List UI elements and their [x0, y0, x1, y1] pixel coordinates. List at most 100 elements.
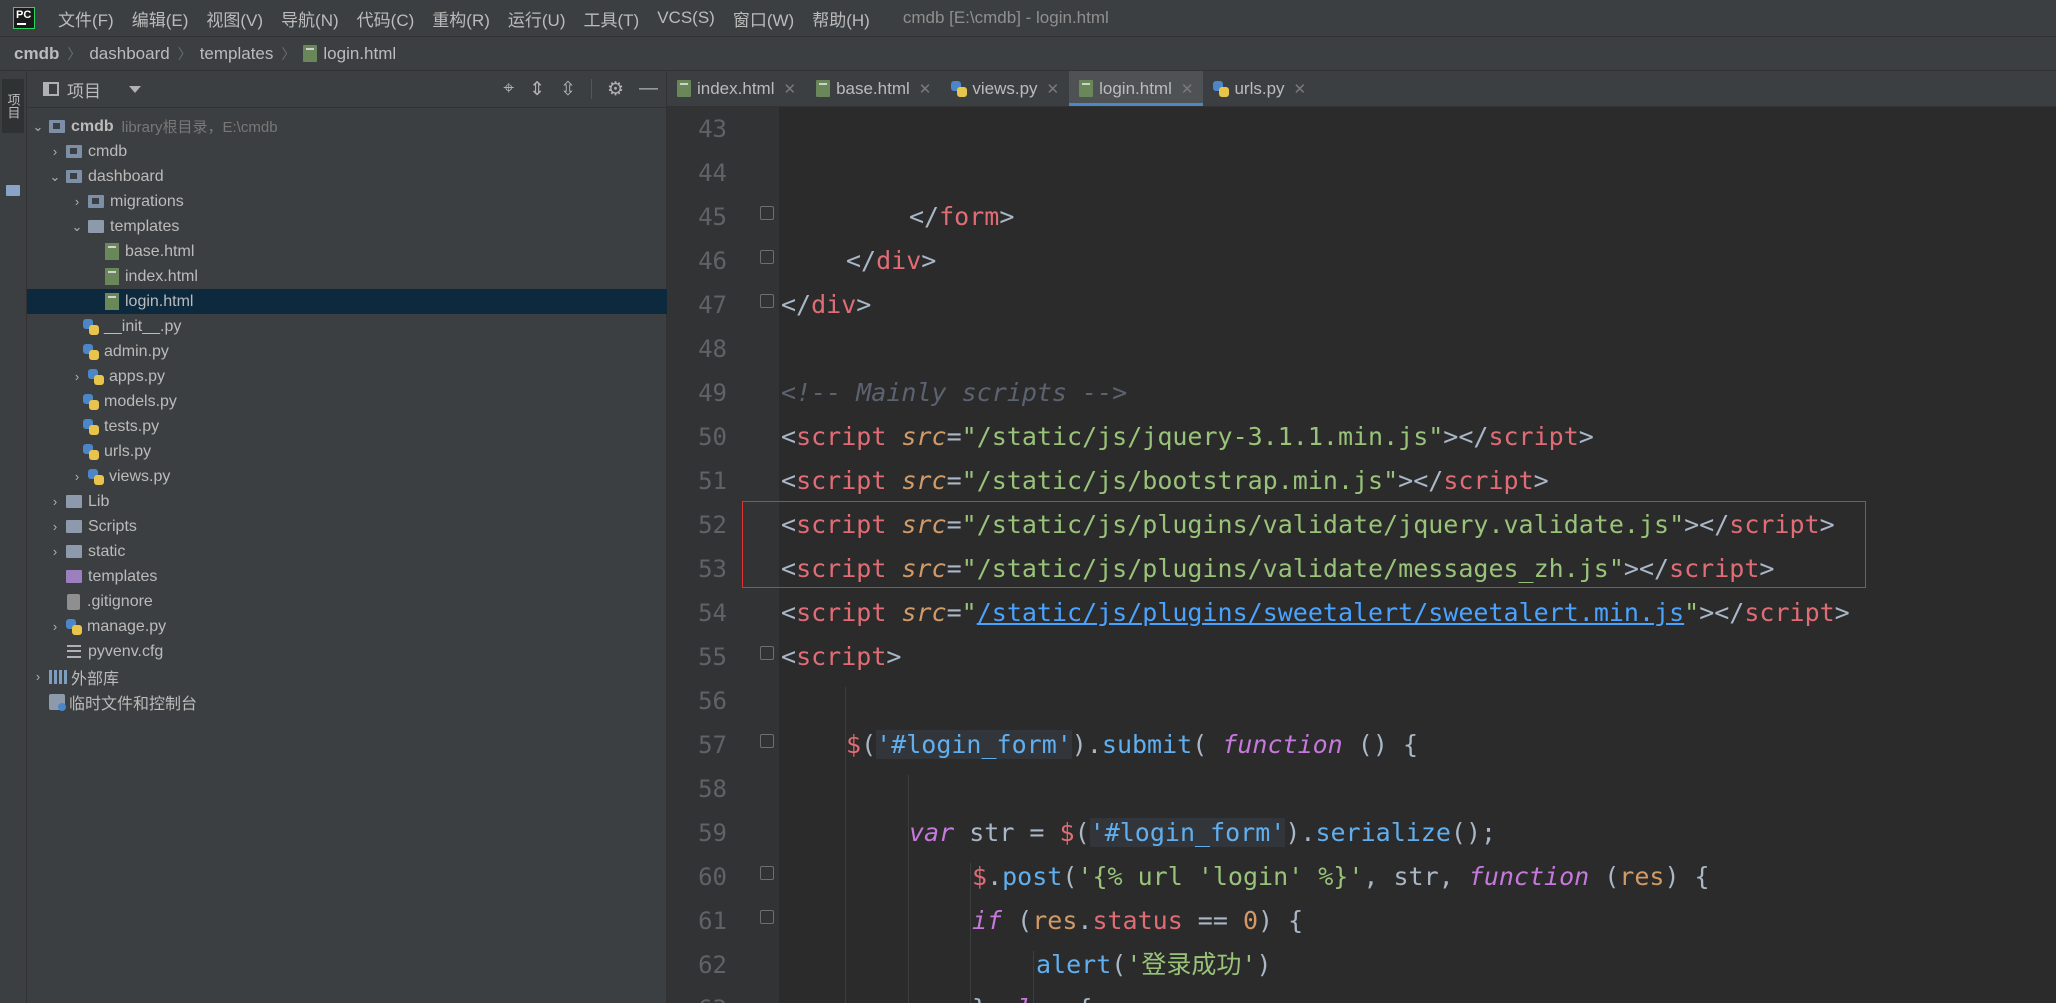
chevron-down-icon[interactable]: ⌄ — [48, 169, 62, 185]
folder-icon[interactable] — [6, 185, 20, 196]
breadcrumb-file[interactable]: login.html — [303, 44, 396, 64]
menu-tools[interactable]: 工具(T) — [575, 6, 649, 31]
tab-views-py[interactable]: views.py ✕ — [941, 71, 1069, 106]
tree-item-folder[interactable]: › Lib — [27, 489, 687, 514]
code-line: </div> — [781, 290, 872, 319]
menu-help[interactable]: 帮助(H) — [803, 6, 879, 31]
code-editor[interactable]: 43 44 45 46 47 48 49 50 51 52 53 54 55 5… — [667, 107, 2056, 1003]
python-file-icon — [83, 393, 99, 410]
menu-run[interactable]: 运行(U) — [499, 6, 575, 31]
tree-item-folder[interactable]: › cmdb — [27, 139, 687, 164]
tree-item-folder[interactable]: › Scripts — [27, 514, 687, 539]
chevron-right-icon[interactable]: › — [70, 194, 84, 209]
menu-code[interactable]: 代码(C) — [348, 6, 424, 31]
chevron-right-icon[interactable]: › — [31, 669, 45, 684]
fold-marker-icon[interactable] — [760, 206, 774, 220]
chevron-right-icon[interactable]: › — [48, 519, 62, 534]
tree-item-external-libraries[interactable]: › 外部库 — [27, 664, 670, 689]
fold-marker-icon[interactable] — [760, 294, 774, 308]
menu-refactor[interactable]: 重构(R) — [423, 6, 499, 31]
tree-item-label: Lib — [88, 492, 110, 510]
tab-base-html[interactable]: base.html ✕ — [806, 71, 941, 106]
close-icon[interactable]: ✕ — [919, 80, 932, 98]
breadcrumb-dashboard[interactable]: dashboard — [89, 44, 169, 64]
config-file-icon — [67, 645, 81, 658]
fold-marker-icon[interactable] — [760, 250, 774, 264]
tree-item-label: .gitignore — [87, 592, 153, 610]
project-tool-tab[interactable]: 项目 — [2, 79, 24, 133]
tree-item-folder[interactable]: › migrations — [27, 189, 709, 214]
menu-navigate[interactable]: 导航(N) — [272, 6, 348, 31]
locate-file-icon[interactable]: ⌖ — [503, 78, 514, 100]
tree-item-folder[interactable]: › static — [27, 539, 687, 564]
tree-item-root[interactable]: ⌄ cmdb library根目录，E:\cmdb — [27, 114, 670, 139]
highlight-box — [742, 501, 1866, 588]
tree-item-file[interactable]: .gitignore — [27, 589, 701, 614]
chevron-down-icon[interactable]: ⌄ — [31, 119, 45, 135]
fold-marker-icon[interactable] — [760, 646, 774, 660]
project-panel-toolbar: ⌖ ⇕ ⇳ ⚙ — — [503, 71, 658, 107]
close-icon[interactable]: ✕ — [1294, 80, 1307, 98]
close-icon[interactable]: ✕ — [1047, 80, 1060, 98]
tree-item-file[interactable]: › manage.py — [27, 614, 687, 639]
expand-all-icon[interactable]: ⇕ — [529, 78, 545, 101]
chevron-right-icon[interactable]: › — [48, 544, 62, 559]
chevron-down-icon[interactable] — [129, 85, 141, 93]
close-icon[interactable]: ✕ — [783, 80, 796, 98]
menu-window[interactable]: 窗口(W) — [724, 6, 803, 31]
menu-bar: PC 文件(F) 编辑(E) 视图(V) 导航(N) 代码(C) 重构(R) 运… — [0, 0, 2056, 36]
module-folder-icon — [49, 120, 65, 133]
chevron-right-icon[interactable]: › — [70, 369, 84, 384]
gear-icon[interactable]: ⚙ — [607, 78, 624, 101]
tree-item-folder[interactable]: templates — [27, 564, 701, 589]
code-line: <script src="/static/js/plugins/sweetale… — [781, 598, 1850, 627]
tree-item-scratches[interactable]: 临时文件和控制台 — [27, 689, 684, 714]
chevron-right-icon[interactable]: › — [48, 494, 62, 509]
python-file-icon — [88, 368, 104, 385]
tree-item-file[interactable]: tests.py — [27, 414, 718, 439]
hide-panel-icon[interactable]: — — [639, 78, 658, 100]
menu-vcs[interactable]: VCS(S) — [648, 8, 724, 28]
tab-urls-py[interactable]: urls.py ✕ — [1203, 71, 1316, 106]
fold-marker-icon[interactable] — [760, 734, 774, 748]
fold-marker-icon[interactable] — [760, 866, 774, 880]
menu-edit[interactable]: 编辑(E) — [123, 6, 198, 31]
script-src-link[interactable]: /static/js/plugins/sweetalert/sweetalert… — [977, 598, 1684, 627]
tree-item-file[interactable]: › views.py — [27, 464, 709, 489]
tree-item-file[interactable]: models.py — [27, 389, 718, 414]
tree-item-file[interactable]: urls.py — [27, 439, 718, 464]
tree-item-file-selected[interactable]: login.html — [27, 289, 740, 314]
python-file-icon — [83, 318, 99, 335]
chevron-right-icon[interactable]: › — [70, 469, 84, 484]
tree-item-file[interactable]: base.html — [27, 239, 740, 264]
python-file-icon — [83, 418, 99, 435]
close-icon[interactable]: ✕ — [1181, 80, 1194, 98]
breadcrumb-project[interactable]: cmdb — [14, 44, 59, 64]
breadcrumb-separator-icon: 〉 — [177, 45, 192, 62]
tree-item-folder[interactable]: ⌄ templates — [27, 214, 709, 239]
menu-file[interactable]: 文件(F) — [49, 6, 123, 31]
tree-item-file[interactable]: index.html — [27, 264, 740, 289]
breadcrumb-templates[interactable]: templates — [200, 44, 274, 64]
project-panel: 项目 ⌖ ⇕ ⇳ ⚙ — ⌄ cmdb library根目录，E:\cmdb › cm… — [27, 71, 740, 1003]
tab-index-html[interactable]: index.html ✕ — [667, 71, 806, 106]
tree-item-file[interactable]: › apps.py — [27, 364, 709, 389]
chevron-right-icon[interactable]: › — [48, 619, 62, 634]
line-number: 47 — [698, 291, 727, 319]
line-number: 50 — [698, 423, 727, 451]
tab-login-html[interactable]: login.html ✕ — [1069, 71, 1204, 106]
menu-view[interactable]: 视图(V) — [197, 6, 272, 31]
fold-marker-icon[interactable] — [760, 910, 774, 924]
tree-item-file[interactable]: pyvenv.cfg — [27, 639, 701, 664]
collapse-all-icon[interactable]: ⇳ — [560, 78, 576, 101]
tree-item-folder[interactable]: ⌄ dashboard — [27, 164, 687, 189]
project-panel-title: 项目 — [67, 81, 101, 101]
tree-item-file[interactable]: admin.py — [27, 339, 718, 364]
package-folder-icon — [66, 145, 82, 158]
line-number: 51 — [698, 467, 727, 495]
template-folder-icon — [66, 570, 82, 583]
chevron-right-icon[interactable]: › — [48, 144, 62, 159]
tree-item-hint: library根目录，E:\cmdb — [121, 119, 278, 136]
tree-item-file[interactable]: __init__.py — [27, 314, 718, 339]
chevron-down-icon[interactable]: ⌄ — [70, 219, 84, 235]
